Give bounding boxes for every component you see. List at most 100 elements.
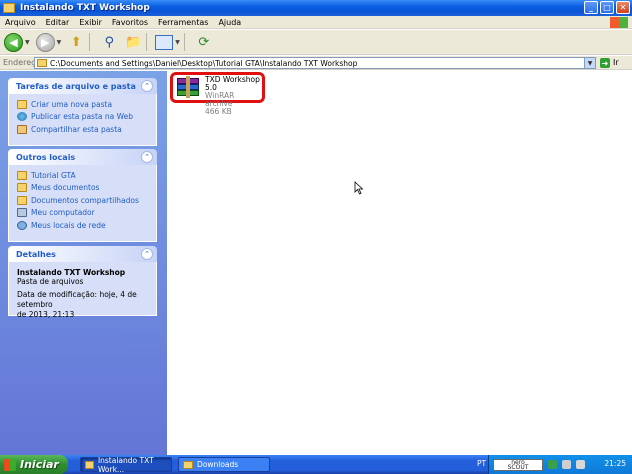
details-panel-title: Detalhes bbox=[16, 249, 56, 259]
start-label: Iniciar bbox=[20, 458, 59, 471]
address-dropdown-icon[interactable]: ▼ bbox=[584, 58, 595, 68]
menu-bar: Arquivo Editar Exibir Favoritos Ferramen… bbox=[0, 16, 632, 29]
place-label: Meus documentos bbox=[31, 183, 100, 193]
place-shared-documents[interactable]: Documentos compartilhados bbox=[17, 194, 156, 207]
places-panel-header[interactable]: Outros locais ⌃ bbox=[8, 149, 157, 165]
arrow-right-icon: ▶ bbox=[40, 35, 50, 49]
place-label: Tutorial GTA bbox=[31, 170, 76, 180]
search-button[interactable]: ⚲ bbox=[100, 33, 118, 51]
address-bar: Endereço C:\Documents and Settings\Danie… bbox=[0, 56, 632, 70]
menu-editar[interactable]: Editar bbox=[41, 18, 75, 27]
go-arrow-icon[interactable]: ➜ bbox=[600, 58, 610, 68]
taskbar-item-explorer[interactable]: Instalando TXT Work... bbox=[80, 455, 172, 474]
windows-logo-icon bbox=[4, 458, 16, 471]
network-icon bbox=[17, 220, 27, 230]
task-new-folder[interactable]: Criar uma nova pasta bbox=[17, 98, 156, 111]
details-modified-cont: de 2013, 21:13 bbox=[17, 310, 75, 319]
network-icon[interactable] bbox=[562, 460, 571, 469]
language-indicator[interactable]: PT bbox=[477, 459, 486, 468]
details-name: Instalando TXT Workshop bbox=[17, 268, 126, 277]
task-share-folder[interactable]: Compartilhar esta pasta bbox=[17, 123, 156, 136]
menu-ferramentas[interactable]: Ferramentas bbox=[153, 18, 213, 27]
maximize-button[interactable]: □ bbox=[600, 1, 614, 14]
chevron-up-icon[interactable]: ⌃ bbox=[141, 248, 153, 260]
task-publish-web[interactable]: Publicar esta pasta na Web bbox=[17, 111, 156, 124]
file-item[interactable]: TXD Workshop 5.0 WinRAR archive 466 KB bbox=[170, 72, 265, 116]
title-bar: Instalando TXT Workshop _ □ ✕ bbox=[0, 0, 632, 16]
places-panel: Outros locais ⌃ Tutorial GTA Meus docume… bbox=[8, 149, 157, 242]
place-my-computer[interactable]: Meu computador bbox=[17, 207, 156, 220]
task-label: Criar uma nova pasta bbox=[31, 99, 113, 109]
folder-up-button[interactable]: ⬆ bbox=[67, 33, 85, 51]
clock: 21:25 bbox=[604, 459, 626, 468]
forward-button[interactable]: ▶ bbox=[35, 32, 55, 52]
folder-icon bbox=[85, 460, 94, 469]
search-icon: ⚲ bbox=[104, 34, 115, 50]
new-folder-icon bbox=[17, 99, 27, 109]
taskbar: Iniciar Instalando TXT Work... Downloads… bbox=[0, 455, 632, 474]
toolbar-divider bbox=[89, 33, 91, 51]
menu-favoritos[interactable]: Favoritos bbox=[107, 18, 153, 27]
winrar-icon bbox=[175, 76, 201, 100]
folder-icon bbox=[3, 3, 15, 13]
places-panel-title: Outros locais bbox=[16, 152, 76, 162]
chevron-up-icon[interactable]: ⌃ bbox=[141, 151, 153, 163]
toolbar: ◀ ▼ ▶ ▼ ⬆ ⚲ 📁 ▼ ⟳ bbox=[0, 30, 632, 55]
folder-up-icon: ⬆ bbox=[70, 34, 82, 50]
views-button[interactable] bbox=[155, 34, 174, 50]
forward-dropdown-icon[interactable]: ▼ bbox=[57, 39, 62, 46]
place-label: Meus locais de rede bbox=[31, 220, 106, 230]
window-title: Instalando TXT Workshop bbox=[20, 3, 150, 13]
views-dropdown-icon[interactable]: ▼ bbox=[175, 39, 180, 46]
taskbar-item-label: Instalando TXT Work... bbox=[97, 455, 154, 474]
tray-app-icon[interactable] bbox=[548, 460, 557, 469]
back-button[interactable]: ◀ bbox=[4, 32, 23, 52]
mouse-cursor-icon bbox=[354, 181, 364, 195]
details-panel-header[interactable]: Detalhes ⌃ bbox=[8, 246, 157, 262]
tasks-panel-header[interactable]: Tarefas de arquivo e pasta ⌃ bbox=[8, 78, 157, 94]
go-button[interactable]: Ir bbox=[613, 58, 619, 67]
place-my-documents[interactable]: Meus documentos bbox=[17, 182, 156, 195]
menu-exibir[interactable]: Exibir bbox=[74, 18, 107, 27]
task-label: Publicar esta pasta na Web bbox=[31, 112, 133, 122]
taskbar-item-label: Downloads bbox=[197, 460, 239, 469]
sync-icon: ⟳ bbox=[198, 34, 210, 50]
folder-icon bbox=[17, 170, 27, 180]
address-input[interactable]: C:\Documents and Settings\Daniel\Desktop… bbox=[34, 57, 596, 69]
my-documents-icon bbox=[17, 183, 27, 193]
share-folder-icon bbox=[17, 124, 27, 134]
computer-icon bbox=[17, 208, 27, 218]
shared-folder-icon bbox=[17, 195, 27, 205]
menu-arquivo[interactable]: Arquivo bbox=[0, 18, 41, 27]
globe-icon bbox=[17, 112, 27, 122]
place-label: Documentos compartilhados bbox=[31, 195, 139, 205]
file-list[interactable]: TXD Workshop 5.0 WinRAR archive 466 KB bbox=[167, 71, 632, 455]
task-pane: Tarefas de arquivo e pasta ⌃ Criar uma n… bbox=[0, 71, 167, 455]
folders-icon: 📁 bbox=[125, 34, 142, 50]
details-panel: Detalhes ⌃ Instalando TXT Workshop Pasta… bbox=[8, 246, 157, 319]
sync-button[interactable]: ⟳ bbox=[195, 33, 213, 51]
volume-icon[interactable] bbox=[576, 460, 585, 469]
back-dropdown-icon[interactable]: ▼ bbox=[25, 39, 30, 46]
place-network[interactable]: Meus locais de rede bbox=[17, 219, 156, 232]
toolbar-divider bbox=[183, 33, 185, 51]
toolbar-divider bbox=[146, 33, 148, 51]
address-path[interactable]: C:\Documents and Settings\Daniel\Desktop… bbox=[50, 59, 357, 68]
start-button[interactable]: Iniciar bbox=[0, 455, 68, 474]
minimize-button[interactable]: _ bbox=[584, 1, 598, 14]
close-button[interactable]: ✕ bbox=[616, 1, 630, 14]
chevron-up-icon[interactable]: ⌃ bbox=[141, 80, 153, 92]
tasks-panel-title: Tarefas de arquivo e pasta bbox=[16, 81, 136, 91]
arrow-left-icon: ◀ bbox=[9, 35, 18, 49]
details-modified: Data de modificação: hoje, 4 de setembro bbox=[17, 290, 137, 309]
windows-logo-icon bbox=[610, 17, 628, 28]
task-label: Compartilhar esta pasta bbox=[31, 124, 122, 134]
menu-ajuda[interactable]: Ajuda bbox=[213, 18, 246, 27]
place-label: Meu computador bbox=[31, 208, 95, 218]
place-tutorial-gta[interactable]: Tutorial GTA bbox=[17, 169, 156, 182]
taskbar-item-downloads[interactable]: Downloads bbox=[178, 457, 270, 472]
file-type: WinRAR archive bbox=[205, 91, 235, 108]
tasks-panel: Tarefas de arquivo e pasta ⌃ Criar uma n… bbox=[8, 78, 157, 146]
nero-scout-icon[interactable]: nero SCOUT bbox=[493, 458, 543, 471]
folders-button[interactable]: 📁 bbox=[124, 33, 142, 51]
